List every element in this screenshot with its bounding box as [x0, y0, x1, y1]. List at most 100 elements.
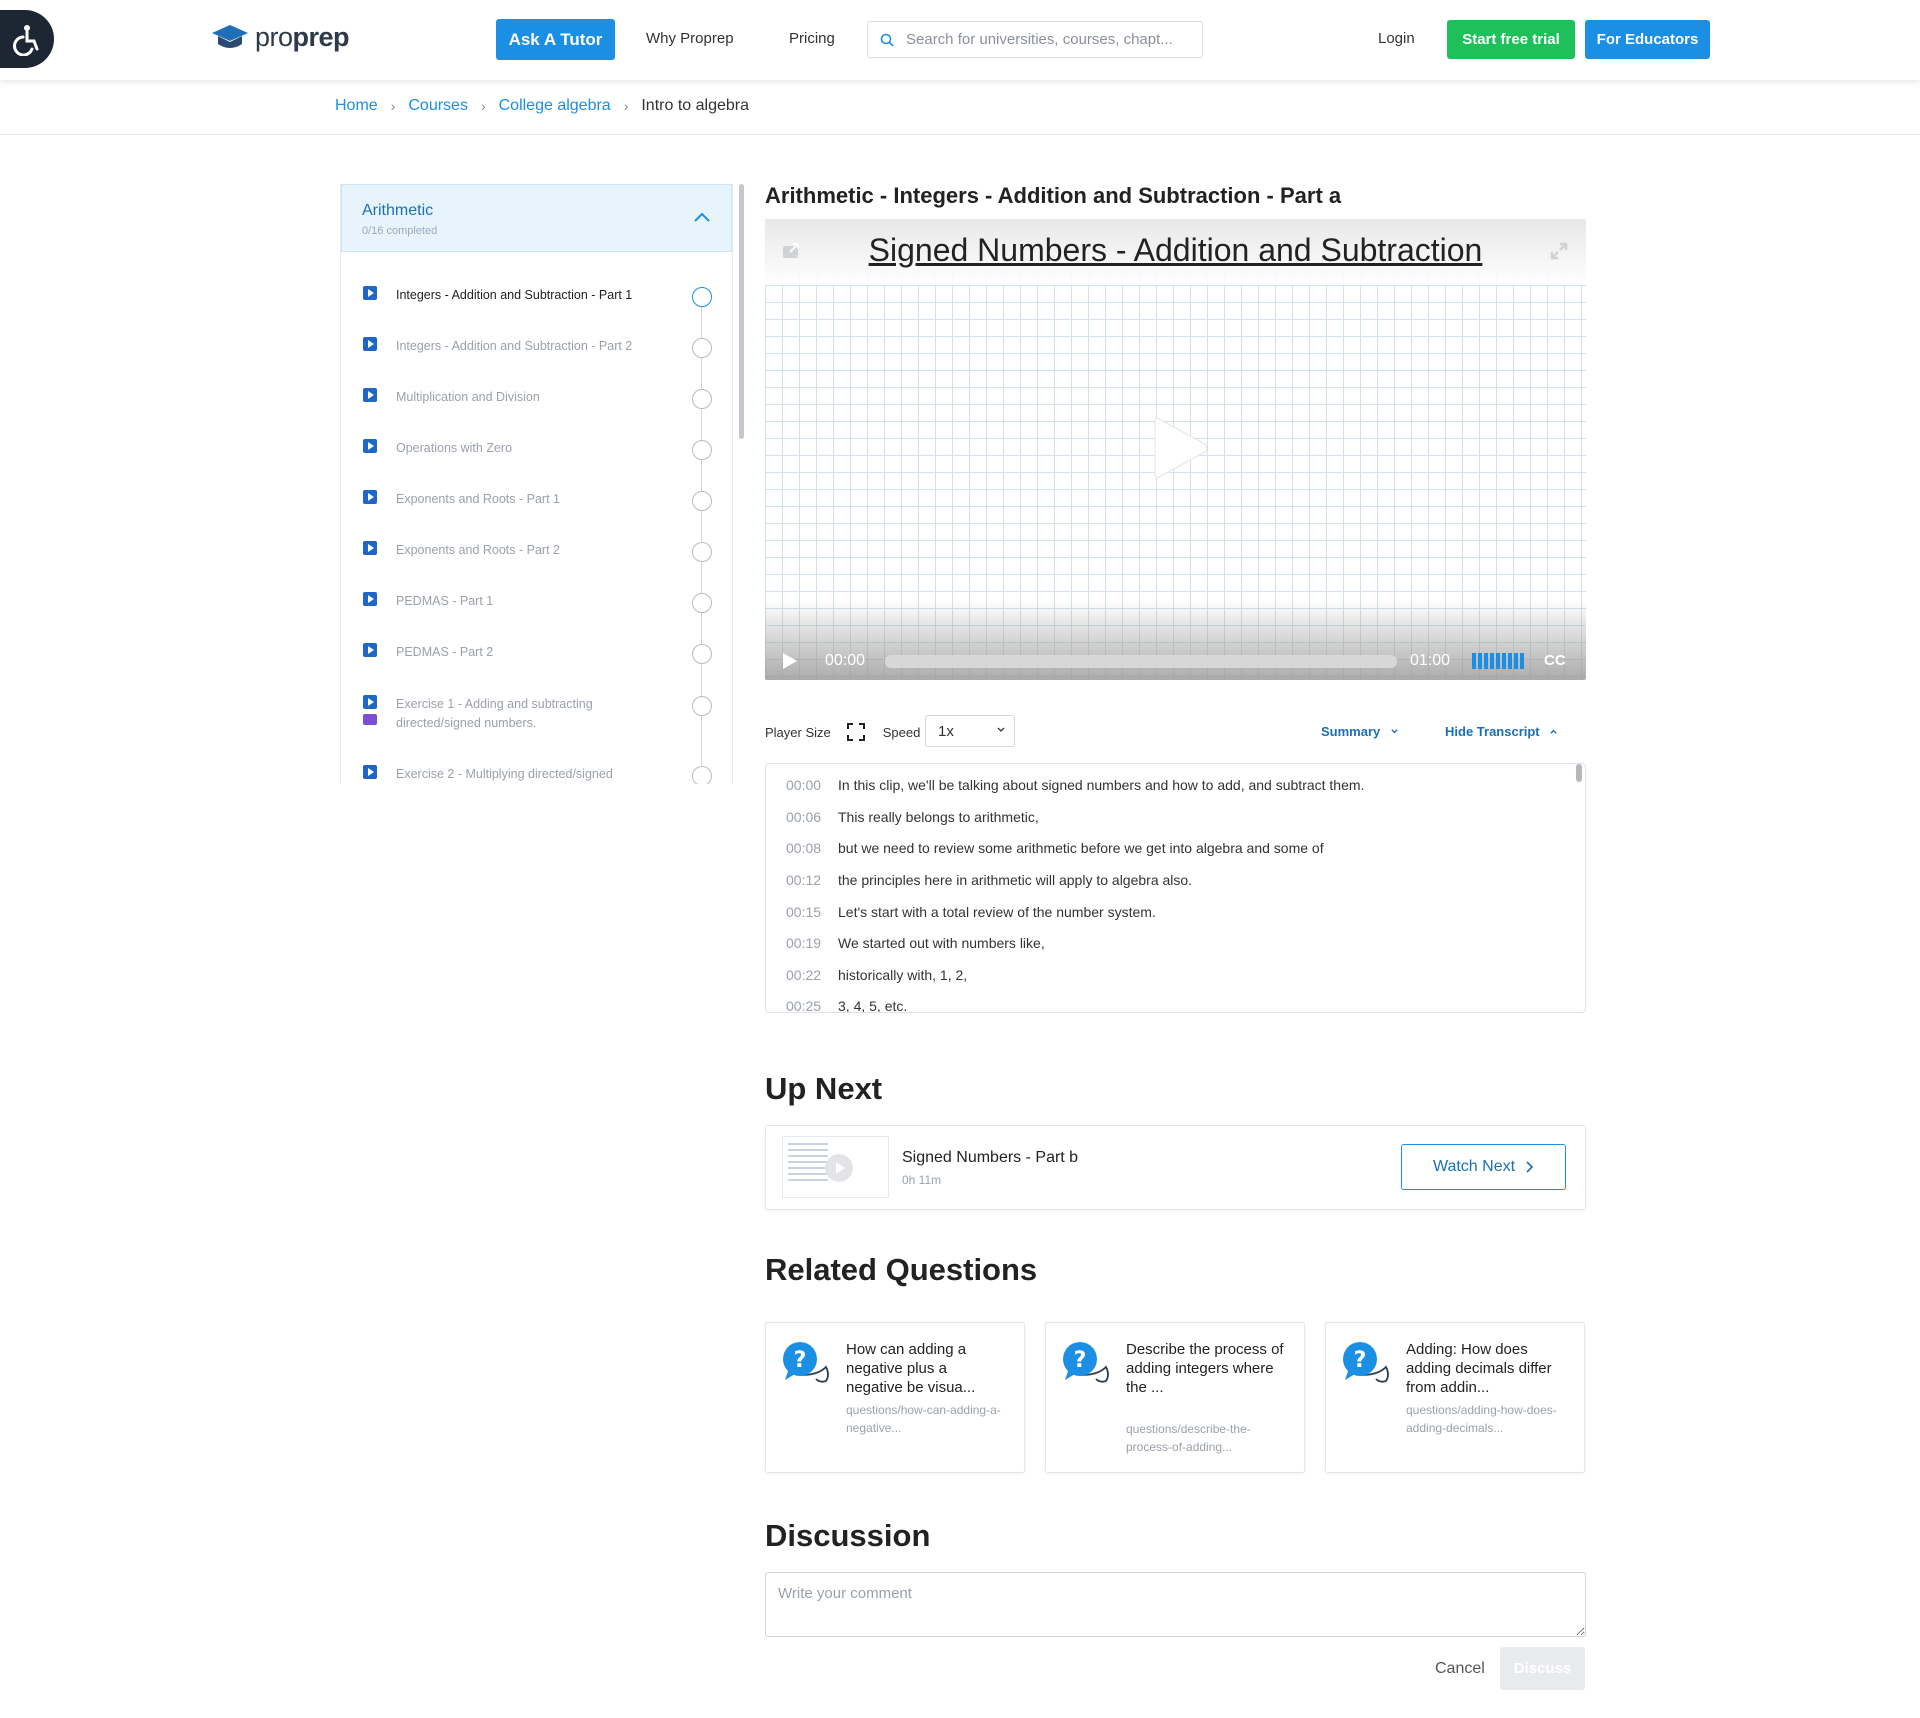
question-bubble-icon: ? — [1343, 1342, 1389, 1383]
lesson-status-circle — [692, 766, 712, 784]
chevron-right-icon — [1526, 1161, 1534, 1173]
speed-select[interactable]: 1x — [925, 715, 1015, 747]
captions-button[interactable]: CC — [1544, 652, 1566, 669]
lesson-title: Integers - Addition and Subtraction - Pa… — [396, 339, 633, 353]
accessibility-button[interactable] — [0, 10, 54, 68]
related-question-card[interactable]: ? How can adding a negative plus a negat… — [765, 1322, 1025, 1473]
transcript-text: historically with, 1, 2, — [838, 967, 968, 983]
related-questions-heading: Related Questions — [765, 1252, 1038, 1287]
watch-next-button[interactable]: Watch Next — [1401, 1144, 1566, 1190]
up-next-title[interactable]: Signed Numbers - Part b — [902, 1149, 1078, 1167]
video-lesson-icon — [363, 337, 377, 351]
lesson-title: Integers - Addition and Subtraction - Pa… — [396, 288, 633, 302]
video-lesson-icon — [363, 765, 377, 779]
chevron-up-icon[interactable] — [693, 211, 711, 223]
proprep-logo[interactable]: proprep — [211, 22, 350, 53]
transcript-time: 00:19 — [786, 935, 822, 951]
search-input[interactable] — [904, 30, 1194, 49]
for-educators-button[interactable]: For Educators — [1585, 20, 1710, 59]
chapter-header[interactable]: Arithmetic 0/16 completed — [341, 184, 732, 252]
up-next-duration: 0h 11m — [902, 1173, 942, 1187]
player-options: Player Size Speed — [765, 723, 920, 741]
speed-label: Speed — [882, 724, 921, 740]
transcript-panel[interactable]: 00:00 In this clip, we'll be talking abou… — [765, 763, 1586, 1013]
cancel-button[interactable]: Cancel — [1435, 1660, 1485, 1678]
lesson-title: PEDMAS - Part 2 — [396, 645, 494, 659]
nav-why-proprep[interactable]: Why Proprep — [646, 30, 734, 47]
lesson-status-circle — [692, 389, 712, 409]
lesson-status-circle — [692, 542, 712, 562]
chevron-up-icon — [1550, 729, 1557, 734]
chapter-title: Arithmetic — [362, 202, 434, 219]
chevron-down-icon — [1391, 729, 1398, 734]
transcript-text: Let's start with a total review of the n… — [838, 904, 1156, 920]
transcript-text: This really belongs to arithmetic, — [838, 809, 1039, 825]
video-lesson-icon — [363, 643, 377, 657]
speed-value: 1x — [938, 723, 954, 740]
current-time: 00:00 — [825, 652, 866, 669]
video-lesson-icon — [363, 286, 377, 300]
lesson-title: Multiplication and Division — [396, 390, 540, 404]
summary-toggle[interactable]: Summary — [1321, 724, 1399, 739]
nav-pricing[interactable]: Pricing — [789, 30, 835, 47]
lesson-title: PEDMAS - Part 1 — [396, 594, 494, 608]
play-icon — [825, 1154, 853, 1182]
video-player[interactable]: Signed Numbers - Addition and Subtractio… — [765, 219, 1586, 680]
exercise-icon — [363, 714, 377, 725]
graduation-cap-icon — [212, 24, 248, 48]
transcript-time: 00:15 — [786, 904, 822, 920]
play-small-icon[interactable] — [782, 652, 798, 670]
lesson-status-circle — [692, 440, 712, 460]
chevron-right-icon: › — [480, 98, 486, 114]
svg-text:?: ? — [1074, 1348, 1087, 1373]
summary-label: Summary — [1321, 724, 1381, 739]
logo-text-bold: prep — [292, 22, 350, 52]
start-free-trial-button[interactable]: Start free trial — [1447, 20, 1575, 59]
fullscreen-icon[interactable] — [846, 723, 865, 741]
transcript-text: 3, 4, 5, etc. — [838, 998, 908, 1013]
chevron-right-icon: › — [390, 98, 396, 114]
svg-text:?: ? — [1354, 1348, 1367, 1373]
lesson-title: Operations with Zero — [396, 441, 513, 455]
question-url: questions/adding-how-does-adding-decimal… — [1406, 1403, 1557, 1435]
duration: 01:00 — [1410, 652, 1451, 669]
related-question-card[interactable]: ? Describe the process of adding integer… — [1045, 1322, 1305, 1473]
sidebar-scrollbar[interactable] — [739, 184, 744, 439]
lesson-status-circle — [692, 287, 712, 307]
login-link[interactable]: Login — [1378, 30, 1415, 47]
chevron-down-icon — [997, 727, 1005, 732]
expand-icon[interactable] — [1549, 241, 1569, 261]
progress-bar[interactable] — [885, 655, 1397, 668]
logo-text-light: pro — [255, 22, 293, 52]
comment-input[interactable] — [765, 1572, 1586, 1637]
question-bubble-icon: ? — [1063, 1342, 1109, 1383]
question-url: questions/how-can-adding-a-negative... — [846, 1403, 1001, 1435]
play-icon[interactable] — [1151, 415, 1211, 481]
transcript-scrollbar[interactable] — [1576, 764, 1582, 782]
player-size-label: Player Size — [765, 724, 831, 740]
discuss-button[interactable]: Discuss — [1500, 1647, 1585, 1690]
transcript-text: but we need to review some arithmetic be… — [838, 840, 1324, 856]
video-lesson-icon — [363, 439, 377, 453]
hide-transcript-toggle[interactable]: Hide Transcript — [1445, 724, 1558, 739]
video-thumbnail[interactable] — [782, 1136, 889, 1198]
lesson-status-circle — [692, 491, 712, 511]
discussion-heading: Discussion — [765, 1518, 931, 1553]
header-divider — [0, 134, 1920, 135]
related-question-card[interactable]: ? Adding: How does adding decimals diffe… — [1325, 1322, 1585, 1473]
ask-tutor-button[interactable]: Ask A Tutor — [496, 19, 615, 60]
svg-text:?: ? — [794, 1348, 807, 1373]
transcript-time: 00:00 — [786, 777, 822, 793]
breadcrumb-courses[interactable]: Courses — [408, 97, 468, 115]
chapter-sidebar: Arithmetic 0/16 completed Integers - Add… — [340, 184, 733, 784]
video-lesson-icon — [363, 592, 377, 606]
transcript-time: 00:25 — [786, 998, 822, 1013]
up-next-heading: Up Next — [765, 1071, 883, 1106]
lesson-status-circle — [692, 644, 712, 664]
share-icon[interactable] — [782, 241, 802, 259]
breadcrumb-home[interactable]: Home — [335, 97, 378, 115]
chevron-right-icon: › — [623, 98, 629, 114]
breadcrumb-college-algebra[interactable]: College algebra — [499, 97, 611, 115]
volume-control[interactable] — [1472, 653, 1524, 669]
up-next-card[interactable]: Signed Numbers - Part b 0h 11m Watch Nex… — [765, 1125, 1586, 1210]
